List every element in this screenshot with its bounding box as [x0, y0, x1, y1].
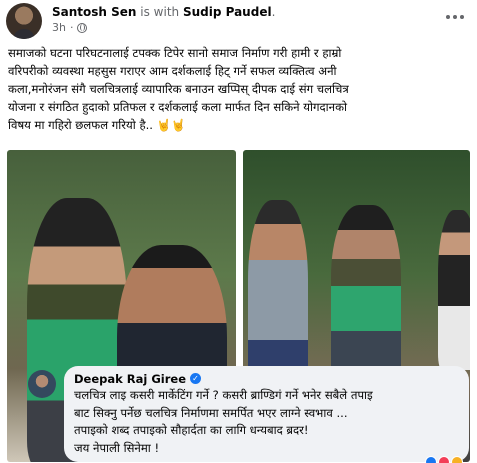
ellipsis-dot-icon — [453, 15, 457, 19]
haha-reaction-icon — [451, 456, 463, 463]
post-text-line: कला,मनोरंजन संगै चलचित्रलाई व्यापारिक बन… — [8, 82, 349, 96]
post-author-line: Santosh Sen is with Sudip Paudel. — [52, 5, 275, 19]
post-header: Santosh Sen is with Sudip Paudel. 3h · — [0, 0, 477, 39]
post-text-line: योजना र संगठित हुदाको प्रतिफल र दर्शकलाई… — [8, 100, 348, 114]
person-figure — [331, 205, 401, 385]
post-body-text: समाजको घटना परिघटनालाई टपक्क टिपेर सानो … — [8, 44, 470, 134]
verified-badge-icon: ✓ — [190, 373, 202, 384]
comment-line: चलचित्र लाइ कसरी मार्केटिंग गर्ने ? कसरी… — [74, 388, 373, 402]
post-meta: 3h · — [52, 21, 88, 34]
commenter-avatar[interactable] — [28, 370, 56, 398]
with-text: is with — [136, 5, 183, 19]
meta-separator: · — [69, 21, 74, 34]
author-avatar[interactable] — [6, 3, 42, 39]
globe-icon — [77, 22, 88, 33]
ellipsis-dot-icon — [446, 15, 450, 19]
comment-line: तपाइको शब्द तपाइको सौहार्दता का लागि धन्… — [74, 423, 309, 438]
like-reaction-icon — [425, 456, 437, 463]
comment-reactions[interactable] — [425, 456, 463, 463]
post-text-line: विषय मा गहिरो छलफल गरियो है.. 🤘🤘 — [8, 118, 186, 132]
commenter-name-link[interactable]: Deepak Raj Giree — [74, 372, 186, 386]
more-options-button[interactable] — [443, 8, 467, 26]
tagged-person-link[interactable]: Sudip Paudel — [183, 5, 272, 19]
commenter-name-row: Deepak Raj Giree ✓ — [74, 371, 459, 386]
ellipsis-dot-icon — [460, 15, 464, 19]
post-text-line: समाजको घटना परिघटनालाई टपक्क टिपेर सानो … — [8, 46, 342, 60]
comment: Deepak Raj Giree ✓ चलचित्र लाइ कसरी मार्… — [28, 366, 469, 463]
rock-hand-emoji: 🤘🤘 — [156, 118, 186, 132]
comment-text: चलचित्र लाइ कसरी मार्केटिंग गर्ने ? कसरी… — [74, 387, 459, 457]
post-text-line: वरिपरीको व्यवस्था महसुस गराएर आम दर्शकला… — [8, 64, 337, 78]
author-name-link[interactable]: Santosh Sen — [52, 5, 136, 19]
comment-bubble: Deepak Raj Giree ✓ चलचित्र लाइ कसरी मार्… — [64, 366, 469, 463]
post-timestamp[interactable]: 3h — [52, 21, 66, 34]
comment-line: बाट सिक्नु पर्नेछ चलचित्र निर्माणमा समर्… — [74, 405, 348, 420]
comment-line: जय नेपाली सिनेमा ! — [74, 440, 160, 455]
love-reaction-icon — [438, 456, 450, 463]
header-period: . — [271, 5, 276, 19]
person-figure — [438, 210, 470, 370]
